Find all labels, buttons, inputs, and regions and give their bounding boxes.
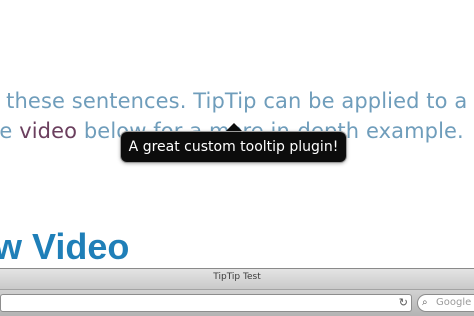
tooltip-arrow	[225, 123, 243, 132]
section-heading: w Video	[0, 226, 130, 267]
browser-window: TipTip Test ↻ ⌕ Google	[0, 268, 474, 316]
browser-toolbar: ↻ ⌕ Google	[0, 290, 474, 316]
page: n these sentences. TipTip can be applied…	[0, 0, 474, 316]
body-text-line-1: n these sentences. TipTip can be applied…	[0, 89, 468, 113]
search-placeholder: Google	[436, 297, 472, 308]
reload-icon[interactable]: ↻	[399, 296, 408, 310]
search-input[interactable]: ⌕ Google	[417, 294, 474, 312]
address-bar[interactable]: ↻	[0, 294, 412, 312]
tooltip: A great custom tooltip plugin!	[121, 132, 346, 162]
browser-title: TipTip Test	[213, 272, 261, 282]
body-text-segment: he	[0, 119, 13, 143]
video-link[interactable]: video	[19, 119, 77, 143]
search-icon: ⌕	[422, 297, 428, 308]
browser-titlebar: TipTip Test	[0, 269, 474, 290]
